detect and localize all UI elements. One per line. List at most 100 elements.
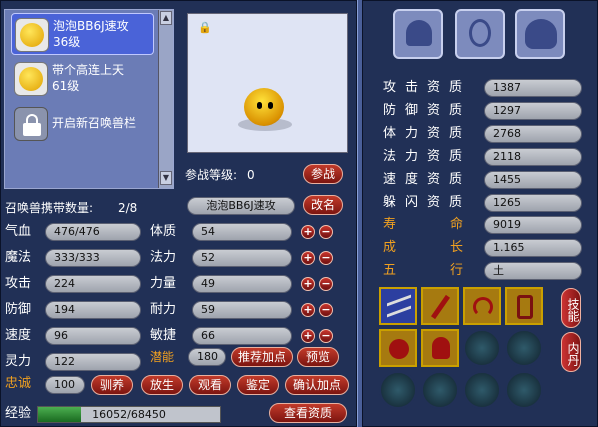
pet-info-panel: 泡泡BB6J速攻 36级 带个高连上天 61级 开启新召唤兽栏 ▲ ▼ 🔒 参战… <box>0 0 357 427</box>
carry-count-value: 2/8 <box>118 201 138 215</box>
skill-slot-empty[interactable] <box>463 329 501 367</box>
aptitude-label: 攻击资质 <box>383 80 472 95</box>
stat-label: 防御 <box>5 302 32 317</box>
scrollbar[interactable]: ▲ ▼ <box>158 10 173 188</box>
loyalty-label: 忠诚 <box>5 376 32 391</box>
increase-button[interactable]: + <box>301 225 315 239</box>
skill-slot[interactable] <box>421 287 459 325</box>
element-value: 土 <box>484 262 582 280</box>
decrease-button[interactable]: − <box>319 251 333 265</box>
skill-slot-empty[interactable] <box>463 371 501 409</box>
tab-skills[interactable]: 技能 <box>561 288 581 328</box>
join-level-value: 0 <box>247 168 255 182</box>
attr-value: 66 <box>192 327 292 345</box>
pet-list-item[interactable]: 带个高连上天 61级 <box>11 58 154 100</box>
skill-slot-empty[interactable] <box>505 371 543 409</box>
aptitude-label: 速度资质 <box>383 172 472 187</box>
decrease-button[interactable]: − <box>319 329 333 343</box>
attr-value: 54 <box>192 223 292 241</box>
pet-list: 泡泡BB6J速攻 36级 带个高连上天 61级 开启新召唤兽栏 ▲ ▼ <box>4 9 174 189</box>
increase-button[interactable]: + <box>301 277 315 291</box>
recommend-button[interactable]: 推荐加点 <box>231 347 293 367</box>
decrease-button[interactable]: − <box>319 225 333 239</box>
attr-label: 敏捷 <box>150 328 177 343</box>
skill-slot[interactable] <box>379 287 417 325</box>
aptitude-value: 1265 <box>484 194 582 212</box>
join-level-label: 参战等级: <box>185 168 238 182</box>
pet-name: 带个高连上天 <box>52 63 125 77</box>
watch-button[interactable]: 观看 <box>189 375 231 395</box>
skill-slot-empty[interactable] <box>421 371 459 409</box>
pet-preview: 🔒 <box>187 13 348 153</box>
join-battle-button[interactable]: 参战 <box>303 164 343 184</box>
increase-button[interactable]: + <box>301 251 315 265</box>
pet-level: 36级 <box>53 35 81 49</box>
tame-button[interactable]: 驯养 <box>91 375 133 395</box>
stat-label: 攻击 <box>5 276 32 291</box>
aptitude-value: 2768 <box>484 125 582 143</box>
attr-value: 59 <box>192 301 292 319</box>
rename-button[interactable]: 改名 <box>303 195 343 215</box>
aptitude-label: 躲闪资质 <box>383 195 472 210</box>
equip-slot-necklace[interactable] <box>455 9 505 59</box>
open-new-slot[interactable]: 开启新召唤兽栏 <box>11 103 154 145</box>
increase-button[interactable]: + <box>301 329 315 343</box>
aptitude-panel: 攻击资质 1387 防御资质 1297 体力资质 2768 法力资质 2118 速度资质… <box>362 0 598 427</box>
preview-button[interactable]: 预览 <box>297 347 339 367</box>
pet-level: 61级 <box>52 79 80 93</box>
confirm-points-button[interactable]: 确认加点 <box>285 375 349 395</box>
identify-button[interactable]: 鉴定 <box>237 375 279 395</box>
attr-value: 52 <box>192 249 292 267</box>
stat-value: 122 <box>45 353 141 371</box>
carry-count-label: 召唤兽携带数量: <box>5 201 94 215</box>
potential-value: 180 <box>188 348 226 366</box>
decrease-button[interactable]: − <box>319 277 333 291</box>
equip-slot-armor[interactable] <box>515 9 565 59</box>
open-slot-label: 开启新召唤兽栏 <box>52 116 137 130</box>
aptitude-value: 1387 <box>484 79 582 97</box>
lock-icon[interactable]: 🔒 <box>198 21 212 34</box>
growth-value: 1.165 <box>484 239 582 257</box>
increase-button[interactable]: + <box>301 303 315 317</box>
lifespan-value: 9019 <box>484 216 582 234</box>
stat-value: 194 <box>45 301 141 319</box>
stat-label: 灵力 <box>5 354 32 369</box>
stat-value: 224 <box>45 275 141 293</box>
equip-slot-helmet[interactable] <box>393 9 443 59</box>
pet-avatar <box>15 18 49 52</box>
skill-slot-empty[interactable] <box>379 371 417 409</box>
release-button[interactable]: 放生 <box>141 375 183 395</box>
skill-slot[interactable] <box>421 329 459 367</box>
loyalty-value: 100 <box>45 376 85 394</box>
stat-value: 96 <box>45 327 141 345</box>
aptitude-value: 1297 <box>484 102 582 120</box>
stat-label: 魔法 <box>5 250 32 265</box>
decrease-button[interactable]: − <box>319 303 333 317</box>
pet-list-item[interactable]: 泡泡BB6J速攻 36级 <box>11 13 154 55</box>
exp-label: 经验 <box>5 406 32 421</box>
pet-avatar <box>14 62 48 96</box>
tab-neidan[interactable]: 内丹 <box>561 332 581 372</box>
pet-sprite <box>244 88 284 126</box>
stat-label: 速度 <box>5 328 32 343</box>
attr-label: 法力 <box>150 250 177 265</box>
stat-value: 333/333 <box>45 249 141 267</box>
pet-name-field[interactable]: 泡泡BB6J速攻 <box>187 197 295 215</box>
lock-icon <box>14 107 48 141</box>
potential-label: 潜能 <box>150 350 175 364</box>
aptitude-value: 2118 <box>484 148 582 166</box>
skill-slot[interactable] <box>463 287 501 325</box>
aptitude-value: 1455 <box>484 171 582 189</box>
lifespan-label: 寿命 <box>383 217 518 232</box>
skill-slot-empty[interactable] <box>505 329 543 367</box>
exp-bar: 16052/68450 <box>37 406 221 423</box>
attr-value: 49 <box>192 275 292 293</box>
skill-slot[interactable] <box>505 287 543 325</box>
attr-label: 耐力 <box>150 302 177 317</box>
view-aptitude-button[interactable]: 查看资质 <box>269 403 347 423</box>
exp-value: 16052/68450 <box>92 408 166 421</box>
aptitude-label: 体力资质 <box>383 126 472 141</box>
attr-label: 力量 <box>150 276 177 291</box>
aptitude-label: 防御资质 <box>383 103 472 118</box>
skill-slot[interactable] <box>379 329 417 367</box>
